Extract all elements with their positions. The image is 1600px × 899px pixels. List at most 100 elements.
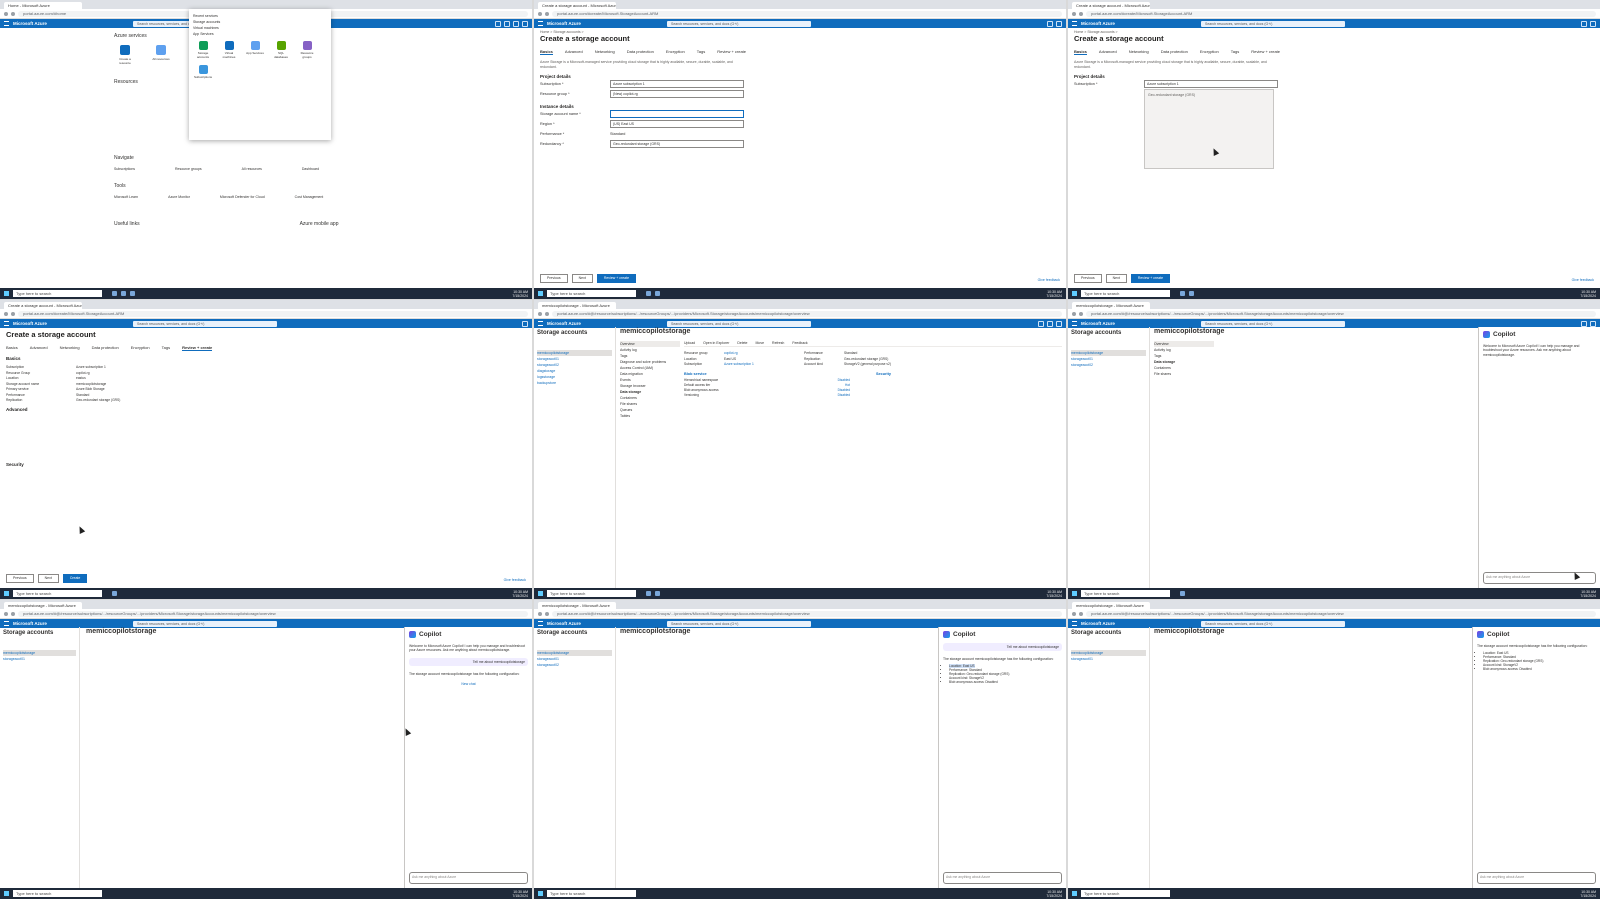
taskbar-search[interactable]: Type here to search <box>13 590 102 597</box>
back-icon[interactable] <box>1072 11 1076 16</box>
url-field[interactable]: portal.azure.com/#@/resource/subscriptio… <box>552 310 1062 317</box>
nav-subscriptions[interactable]: Subscriptions <box>114 167 135 171</box>
tab-advanced[interactable]: Advanced <box>565 49 583 55</box>
browser-tab[interactable]: Create a storage account - Microsoft Azu… <box>4 302 82 309</box>
tab-basics[interactable]: Basics <box>540 49 553 55</box>
windows-icon[interactable] <box>1072 291 1077 296</box>
taskbar-app-icon[interactable] <box>1189 291 1194 296</box>
cmd-move[interactable]: Move <box>755 341 764 345</box>
region-select[interactable]: (US) East US <box>610 120 744 128</box>
resource-group-select[interactable]: (New) copilot-rg <box>610 90 744 98</box>
tab-data-protection[interactable]: Data protection <box>1161 49 1188 55</box>
essentials-link[interactable]: copilot-rg <box>724 351 804 355</box>
previous-button[interactable]: Previous <box>540 274 568 283</box>
taskbar-app-icon[interactable] <box>130 291 135 296</box>
taskbar-app-icon[interactable] <box>646 591 651 596</box>
browser-tab[interactable]: memiccopilotstorage - Microsoft Azure <box>4 602 82 609</box>
url-field[interactable]: portal.azure.com/#create/Microsoft.Stora… <box>18 310 528 317</box>
url-field[interactable]: portal.azure.com/#@/resource/subscriptio… <box>1086 610 1596 617</box>
taskbar-search[interactable]: Type here to search <box>1081 590 1170 597</box>
tab-advanced[interactable]: Advanced <box>1099 49 1117 55</box>
refresh-icon[interactable] <box>1079 611 1083 616</box>
redundancy-select[interactable]: Geo-redundant storage (GRS) <box>610 140 744 148</box>
back-icon[interactable] <box>538 11 542 16</box>
list-item[interactable]: storageacct01 <box>3 656 76 662</box>
cmd-upload[interactable]: Upload <box>684 341 695 345</box>
url-field[interactable]: portal.azure.com/#@/resource/subscriptio… <box>552 610 1062 617</box>
taskbar-search[interactable]: Type here to search <box>547 290 636 297</box>
refresh-icon[interactable] <box>545 611 549 616</box>
review-create-button[interactable]: Review + create <box>596 274 637 283</box>
storage-name-input[interactable] <box>610 110 744 118</box>
refresh-icon[interactable] <box>1079 11 1083 16</box>
copilot-icon[interactable] <box>1581 320 1587 327</box>
bell-icon[interactable] <box>1047 20 1053 27</box>
cmd-explorer[interactable]: Open in Explorer <box>703 341 729 345</box>
hamburger-icon[interactable] <box>4 621 9 626</box>
windows-icon[interactable] <box>4 291 9 296</box>
hamburger-icon[interactable] <box>538 321 543 326</box>
nav-resource-groups[interactable]: Resource groups <box>175 167 202 171</box>
next-button[interactable]: Next <box>37 574 59 583</box>
previous-button[interactable]: Previous <box>1074 274 1102 283</box>
copilot-input[interactable]: Ask me anything about Azure <box>1483 572 1596 584</box>
dropdown-tile[interactable]: Virtual machines <box>219 41 239 59</box>
tab-networking[interactable]: Networking <box>60 345 80 351</box>
taskbar-app-icon[interactable] <box>112 591 117 596</box>
windows-icon[interactable] <box>1072 891 1077 896</box>
tab-encryption[interactable]: Encryption <box>1200 49 1219 55</box>
azure-brand[interactable]: Microsoft Azure <box>1081 321 1201 326</box>
hamburger-icon[interactable] <box>538 621 543 626</box>
feedback-link[interactable]: Give feedback <box>504 578 526 582</box>
hamburger-icon[interactable] <box>1072 21 1077 26</box>
hamburger-icon[interactable] <box>1072 321 1077 326</box>
taskbar-search[interactable]: Type here to search <box>13 890 102 897</box>
browser-tab[interactable]: memiccopilotstorage - Microsoft Azure <box>538 302 616 309</box>
subscription-select[interactable]: Azure subscription 1 <box>610 80 744 88</box>
tool-monitor[interactable]: Azure Monitor <box>168 195 190 199</box>
next-button[interactable]: Next <box>571 274 593 283</box>
azure-brand[interactable]: Microsoft Azure <box>547 21 667 26</box>
back-icon[interactable] <box>538 611 542 616</box>
refresh-icon[interactable] <box>11 311 15 316</box>
tab-basics[interactable]: Basics <box>6 345 18 351</box>
windows-icon[interactable] <box>538 291 543 296</box>
hamburger-icon[interactable] <box>1072 621 1077 626</box>
global-search-input[interactable]: Search resources, services, and docs (G+… <box>1201 620 1345 627</box>
global-search-input[interactable]: Search resources, services, and docs (G+… <box>1201 320 1345 327</box>
tab-encryption[interactable]: Encryption <box>131 345 150 351</box>
taskbar-app-icon[interactable] <box>1180 591 1185 596</box>
taskbar-search[interactable]: Type here to search <box>1081 890 1170 897</box>
tab-data-protection[interactable]: Data protection <box>627 49 654 55</box>
azure-brand[interactable]: Microsoft Azure <box>547 321 667 326</box>
nav-dashboard[interactable]: Dashboard <box>302 167 319 171</box>
new-chat-button[interactable]: New chat <box>409 682 528 686</box>
refresh-icon[interactable] <box>545 311 549 316</box>
copilot-input[interactable]: Ask me anything about Azure <box>943 872 1062 884</box>
tab-networking[interactable]: Networking <box>1129 49 1149 55</box>
windows-icon[interactable] <box>1072 591 1077 596</box>
redundancy-dropdown-list[interactable]: Geo-redundant storage (GRS) <box>1144 89 1274 169</box>
refresh-icon[interactable] <box>11 611 15 616</box>
back-icon[interactable] <box>4 11 8 16</box>
bell-icon[interactable] <box>1047 320 1053 327</box>
nav-tables[interactable]: Tables <box>620 413 680 419</box>
nav-file-shares[interactable]: File shares <box>1154 371 1214 377</box>
taskbar-app-icon[interactable] <box>655 591 660 596</box>
list-item[interactable]: storageacct02 <box>1071 362 1146 368</box>
bell-icon[interactable] <box>522 320 528 327</box>
azure-brand[interactable]: Microsoft Azure <box>13 621 133 626</box>
url-field[interactable]: portal.azure.com/#@/resource/subscriptio… <box>18 610 528 617</box>
browser-tab[interactable]: Home - Microsoft Azure <box>4 2 82 9</box>
tab-basics[interactable]: Basics <box>1074 49 1087 55</box>
hamburger-icon[interactable] <box>4 21 9 26</box>
next-button[interactable]: Next <box>1105 274 1127 283</box>
global-search-input[interactable]: Search resources, services, and docs (G+… <box>667 320 811 327</box>
browser-tab[interactable]: Create a storage account - Microsoft Azu… <box>1072 2 1150 9</box>
dropdown-tile[interactable]: Resource groups <box>297 41 317 59</box>
browser-tab[interactable]: Create a storage account - Microsoft Azu… <box>538 2 616 9</box>
create-button[interactable]: Create <box>62 574 88 583</box>
cmd-delete[interactable]: Delete <box>737 341 747 345</box>
tab-tags[interactable]: Tags <box>697 49 705 55</box>
azure-brand[interactable]: Microsoft Azure <box>1081 621 1201 626</box>
